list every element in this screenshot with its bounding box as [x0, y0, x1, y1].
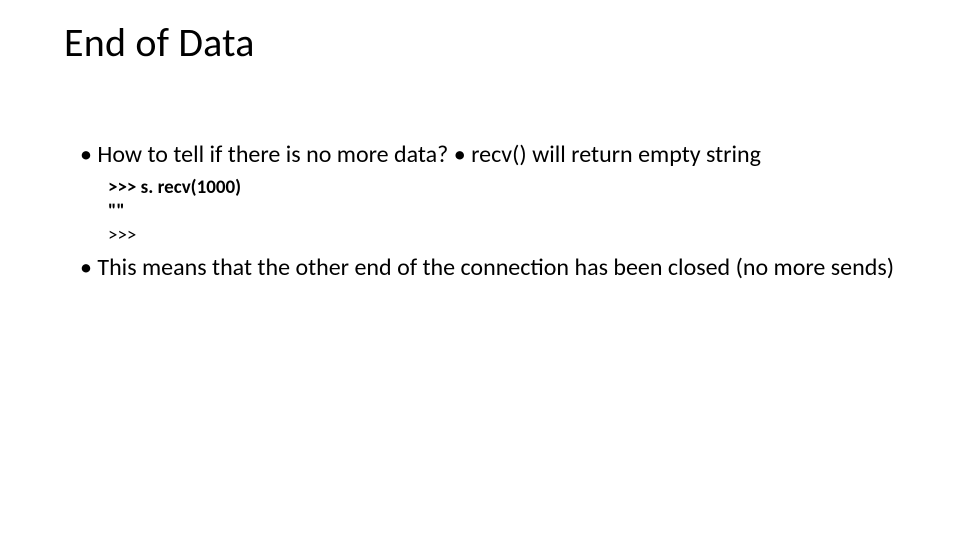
slide-title: End of Data [64, 18, 255, 67]
code-block: >>> s. recv(1000) "" >>> [108, 176, 900, 247]
bullet-closed-connection: • This means that the other end of the c… [80, 253, 900, 283]
code-line-1: >>> s. recv(1000) [108, 176, 900, 200]
code-line-3: >>> [108, 224, 900, 248]
bullet-how-to-tell: • How to tell if there is no more data? … [80, 140, 900, 170]
slide: End of Data • How to tell if there is no… [0, 0, 960, 540]
slide-body: • How to tell if there is no more data? … [80, 140, 900, 287]
code-line-2: "" [108, 200, 900, 224]
